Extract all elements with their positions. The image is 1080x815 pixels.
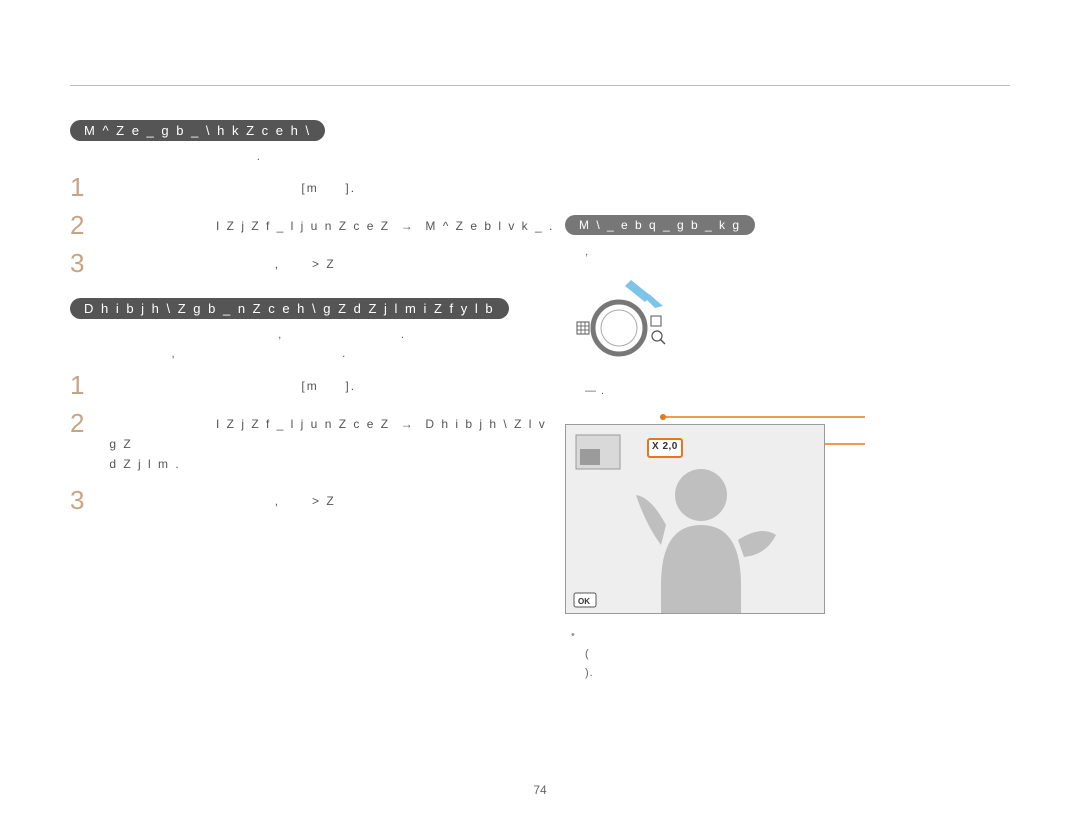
section-delete: M ^ Z e _ g b _ \ h k Z c e h \ . 1 [m ]… xyxy=(70,120,550,276)
note-row: , xyxy=(571,243,1025,262)
section-copy-steps: 1 [m ]. 2 I Z j Z f _ l j u n Z c e Z → … xyxy=(70,372,550,513)
page-number: 74 xyxy=(0,783,1080,797)
note-text: — . xyxy=(585,382,605,401)
camera-screen: X 2,0 OK xyxy=(565,424,825,614)
step-2: 2 I Z j Z f _ l j u n Z c e Z → D h i b … xyxy=(70,410,550,475)
leader-top xyxy=(565,410,865,424)
section-delete-steps: 1 [m ]. 2 I Z j Z f _ l j u n Z c e Z → … xyxy=(70,174,550,276)
section-copy-heading-text: D h i b j h \ Z g b _ n Z c e h \ g Z d … xyxy=(84,301,495,316)
note-row: ( xyxy=(571,645,1025,664)
header-rule xyxy=(70,85,1010,86)
step-number: 3 xyxy=(70,487,104,513)
section-copy-heading: D h i b j h \ Z g b _ n Z c e h \ g Z d … xyxy=(70,298,509,319)
step-text: [m ]. xyxy=(104,372,356,396)
note-row: ). xyxy=(571,664,1025,683)
step-number: 3 xyxy=(70,250,104,276)
zoom-note-1: , xyxy=(565,243,1025,262)
right-heading-text: M \ _ e b q _ g b _ k g xyxy=(579,218,741,232)
step-text: I Z j Z f _ l j u n Z c e Z → D h i b j … xyxy=(104,410,547,475)
step-number: 1 xyxy=(70,372,104,398)
right-column: M \ _ e b q _ g b _ k g , xyxy=(565,215,1025,692)
page-root: M ^ Z e _ g b _ \ h k Z c e h \ . 1 [m ]… xyxy=(0,0,1080,815)
step-number: 2 xyxy=(70,410,104,436)
ok-badge: OK xyxy=(578,597,590,606)
step-3: 3 , > Z xyxy=(70,250,550,276)
step-text: [m ]. xyxy=(104,174,356,198)
zoom-note-3: • ( ). xyxy=(565,626,1025,682)
note-text: ). xyxy=(585,664,594,683)
note-text: , xyxy=(585,243,589,262)
step-text: I Z j Z f _ l j u n Z c e Z → M ^ Z e b … xyxy=(104,212,554,236)
step-2: 2 I Z j Z f _ l j u n Z c e Z → M ^ Z e … xyxy=(70,212,550,238)
note-text: ( xyxy=(585,645,590,664)
step-text: , > Z xyxy=(104,487,336,511)
zoom-note-2: — . xyxy=(565,382,1025,401)
step-1: 1 [m ]. xyxy=(70,174,550,200)
leader-side xyxy=(825,438,875,478)
section-delete-heading: M ^ Z e _ g b _ \ h k Z c e h \ xyxy=(70,120,325,141)
section-delete-heading-text: M ^ Z e _ g b _ \ h k Z c e h \ xyxy=(84,123,311,138)
zoom-badge: X 2,0 xyxy=(652,441,678,452)
note-row: • xyxy=(571,626,1025,645)
step-number: 1 xyxy=(70,174,104,200)
step-number: 2 xyxy=(70,212,104,238)
right-heading: M \ _ e b q _ g b _ k g xyxy=(565,215,755,235)
step-text: , > Z xyxy=(104,250,336,274)
left-column: M ^ Z e _ g b _ \ h k Z c e h \ . 1 [m ]… xyxy=(70,120,550,525)
bullet: • xyxy=(571,626,585,645)
step-1: 1 [m ]. xyxy=(70,372,550,398)
zoom-dial-illustration xyxy=(571,274,691,364)
screen-wrapper: X 2,0 OK xyxy=(565,410,1025,614)
section-copy: D h i b j h \ Z g b _ n Z c e h \ g Z d … xyxy=(70,298,550,513)
step-3: 3 , > Z xyxy=(70,487,550,513)
note-row: — . xyxy=(571,382,1025,401)
section-delete-desc: . xyxy=(70,147,550,166)
section-copy-desc: , . , . xyxy=(70,325,550,363)
